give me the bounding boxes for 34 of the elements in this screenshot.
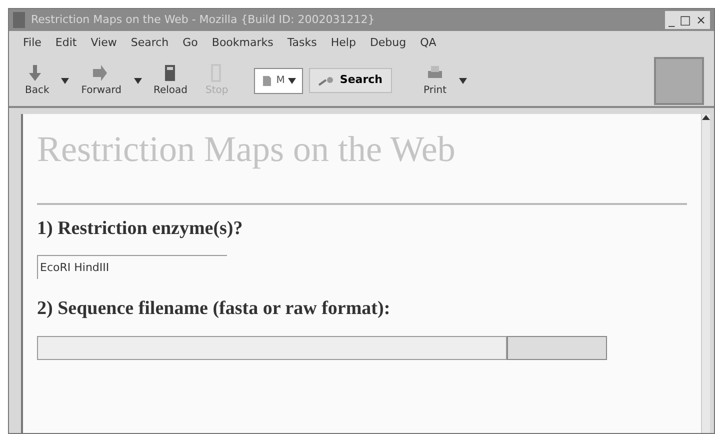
dropdown-arrow[interactable] <box>134 78 142 84</box>
menu-item[interactable]: Bookmarks <box>212 35 274 52</box>
toolbar-button[interactable]: Print <box>418 63 453 98</box>
toolbar-button[interactable]: Forward <box>75 63 128 98</box>
menu-item[interactable]: QA <box>420 35 436 52</box>
question-label: 2) Sequence filename (fasta or raw format): <box>37 297 392 322</box>
text-field[interactable]: EcoRI HindIII <box>37 255 227 280</box>
menu-item[interactable]: View <box>90 35 117 52</box>
scroll-up-icon[interactable] <box>702 114 710 122</box>
search-button[interactable]: Search <box>308 68 392 93</box>
toolbar-button[interactable]: Back <box>19 63 56 98</box>
menu-item[interactable]: Help <box>330 35 356 52</box>
browse-button[interactable] <box>507 336 607 360</box>
scrollbar[interactable] <box>701 114 710 433</box>
maximize-button[interactable]: □ <box>680 11 691 29</box>
menu-item[interactable]: Debug <box>370 35 406 52</box>
dropdown-arrow[interactable] <box>458 78 467 84</box>
page-icon <box>261 74 274 86</box>
close-button[interactable]: × <box>696 11 706 29</box>
window-title: Restriction Maps on the Web - Mozilla {Build ID: 2002031212} <box>31 12 375 28</box>
minimize-button[interactable]: _ <box>668 11 675 29</box>
question-label: 1) Restriction enzyme(s)? <box>37 216 244 241</box>
file-field[interactable] <box>37 336 507 360</box>
dropdown-arrow[interactable] <box>288 78 296 84</box>
menu-item[interactable]: Tasks <box>287 35 317 52</box>
url-text: M <box>276 74 285 88</box>
url-field[interactable]: M <box>254 68 303 94</box>
menu-item[interactable]: File <box>23 35 42 52</box>
dropdown-arrow[interactable] <box>61 78 70 84</box>
toolbar-button[interactable]: Reload <box>148 63 194 98</box>
menu-item[interactable]: Go <box>182 35 198 52</box>
menu-item[interactable]: Edit <box>55 35 77 52</box>
menu-item[interactable]: Search <box>130 35 169 52</box>
magnifier-icon <box>318 76 336 86</box>
